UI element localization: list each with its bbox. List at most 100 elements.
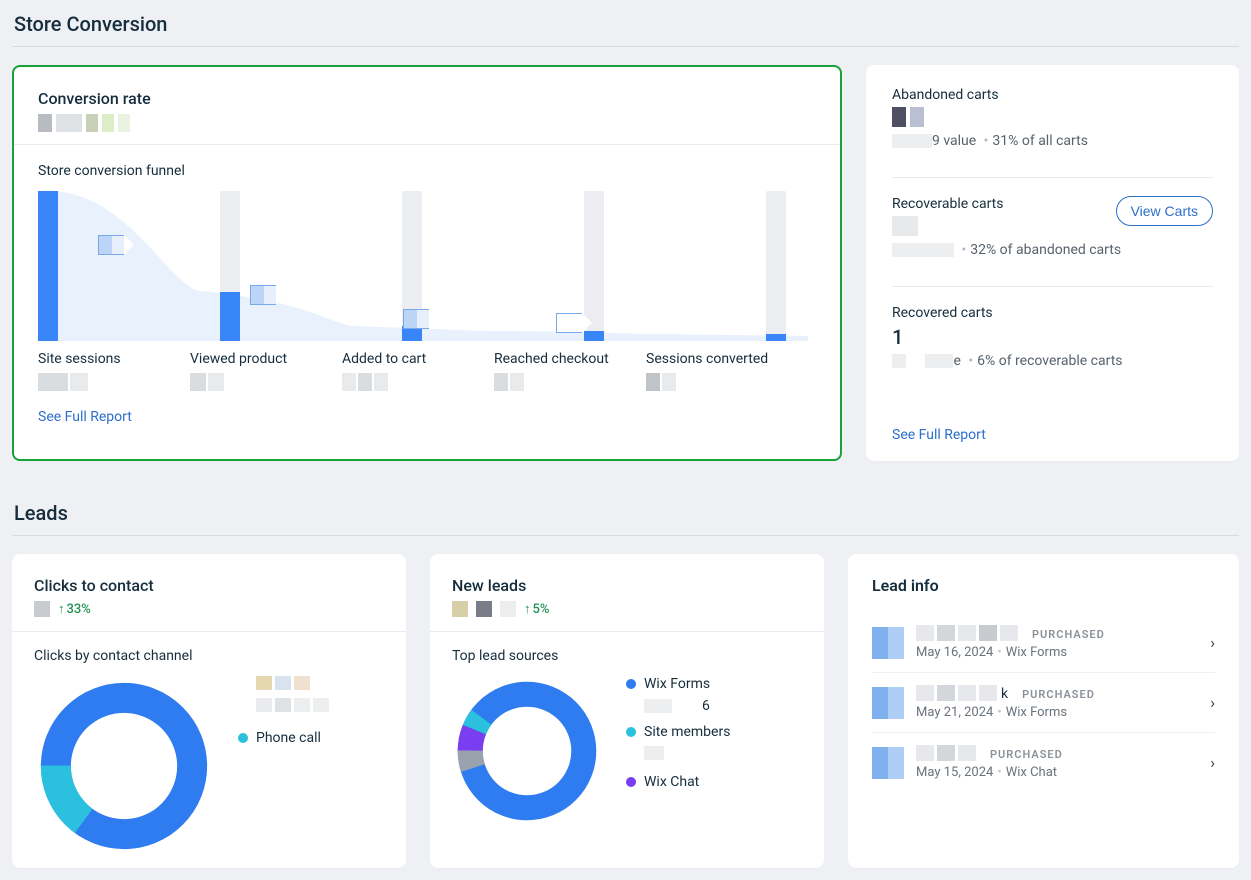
- legend-dot-icon: [238, 733, 248, 743]
- divider: [892, 177, 1213, 178]
- lead-badge: PURCHASED: [1032, 628, 1105, 641]
- funnel-label-added-to-cart: Added to cart: [342, 351, 482, 391]
- recovered-carts-value: 1: [892, 325, 1213, 349]
- newleads-donut-chart: [452, 676, 602, 826]
- legend-dot-icon: [626, 777, 636, 787]
- legend-label: Phone call: [256, 730, 321, 746]
- lead-subtext: May 15, 2024•Wix Chat: [916, 765, 1194, 780]
- recovered-carts-subtext: e •6% of recoverable carts: [892, 353, 1213, 369]
- funnel-value-redacted: [494, 373, 634, 391]
- chevron-right-icon: ›: [1210, 693, 1215, 712]
- new-leads-card: New leads ↑5% Top lead sources: [430, 554, 824, 868]
- arrow-up-icon: ↑: [524, 602, 531, 617]
- conversion-rate-card: Conversion rate Store conversion funnel: [12, 65, 842, 461]
- funnel-label-text: Sessions converted: [646, 351, 786, 367]
- recoverable-carts-value-redacted: [892, 216, 1116, 236]
- abandoned-carts-value-redacted: [892, 107, 1213, 127]
- recovered-carts-title: Recovered carts: [892, 305, 1213, 321]
- legend-label: Site members: [644, 724, 730, 740]
- conversion-rate-value-redacted: [38, 114, 816, 132]
- see-full-report-link[interactable]: See Full Report: [38, 409, 132, 425]
- legend-dot-icon: [626, 679, 636, 689]
- legend-item-members: Site members: [626, 724, 730, 740]
- clicks-donut-chart: [34, 676, 214, 856]
- funnel-title: Store conversion funnel: [38, 163, 816, 179]
- arrow-up-icon: ↑: [58, 602, 65, 617]
- legend-value: 6: [702, 698, 710, 714]
- abandoned-carts-title: Abandoned carts: [892, 87, 1213, 103]
- funnel-label-reached-checkout: Reached checkout: [494, 351, 634, 391]
- legend-item-forms: Wix Forms: [626, 676, 730, 692]
- lead-name-redacted: [916, 625, 1018, 641]
- legend-value-redacted: [256, 676, 329, 690]
- chevron-right-icon: ›: [1210, 633, 1215, 652]
- view-carts-button[interactable]: View Carts: [1116, 196, 1213, 226]
- lead-badge: PURCHASED: [1022, 688, 1095, 701]
- legend-label: Wix Forms: [644, 676, 710, 692]
- legend-dot-icon: [626, 727, 636, 737]
- newleads-subheader: Top lead sources: [452, 648, 802, 664]
- abandoned-carts-subtext: 9 value •31% of all carts: [892, 133, 1213, 149]
- section-store-conversion: Store Conversion: [12, 0, 1239, 47]
- funnel-label-viewed-product: Viewed product: [190, 351, 330, 391]
- funnel-value-redacted: [38, 373, 178, 391]
- clicks-legend: Phone call: [238, 676, 329, 752]
- legend-value-redacted: [256, 698, 329, 712]
- clicks-subheader: Clicks by contact channel: [34, 648, 384, 664]
- lead-badge: PURCHASED: [990, 748, 1063, 761]
- newleads-chip-2: [476, 601, 492, 617]
- funnel-label-text: Site sessions: [38, 351, 178, 367]
- funnel-bar-viewed-product: [220, 191, 240, 341]
- funnel-bar-sessions-converted: [766, 191, 786, 341]
- funnel-label-text: Viewed product: [190, 351, 330, 367]
- conversion-rate-title: Conversion rate: [38, 89, 816, 108]
- see-full-report-link[interactable]: See Full Report: [892, 427, 986, 443]
- divider: [12, 631, 406, 632]
- funnel-label-text: Added to cart: [342, 351, 482, 367]
- lead-name-redacted: [916, 745, 976, 761]
- lead-row[interactable]: k PURCHASED May 21, 2024•Wix Forms ›: [872, 673, 1215, 733]
- legend-label: Wix Chat: [644, 774, 699, 790]
- lead-subtext: May 16, 2024•Wix Forms: [916, 645, 1194, 660]
- recoverable-carts-subtext: •32% of abandoned carts: [892, 242, 1213, 258]
- newleads-legend: Wix Forms 6 Site members: [626, 676, 730, 796]
- lead-avatar: [872, 627, 904, 659]
- funnel-value-redacted: [190, 373, 330, 391]
- legend-item-chat: Wix Chat: [626, 774, 730, 790]
- newleads-pct-change: ↑5%: [524, 601, 549, 617]
- funnel-bar-site-sessions: [38, 191, 58, 341]
- divider: [430, 631, 824, 632]
- lead-row[interactable]: PURCHASED May 15, 2024•Wix Chat ›: [872, 733, 1215, 792]
- abandoned-carts-card: Abandoned carts 9 value •31% of all cart…: [866, 65, 1239, 461]
- clicks-to-contact-title: Clicks to contact: [34, 576, 384, 595]
- funnel-chart: [38, 191, 816, 341]
- funnel-tag-2: [250, 285, 286, 305]
- legend-forms-value-row: 6: [644, 698, 730, 714]
- lead-info-title: Lead info: [872, 576, 1215, 595]
- newleads-chip-3: [500, 601, 516, 617]
- legend-members-value-redacted: [644, 746, 730, 764]
- funnel-value-redacted: [342, 373, 482, 391]
- lead-name-suffix: k: [1001, 686, 1008, 702]
- funnel-label-site-sessions: Site sessions: [38, 351, 178, 391]
- lead-subtext: May 21, 2024•Wix Forms: [916, 705, 1194, 720]
- funnel-labels: Site sessions Viewed product Added to ca…: [38, 351, 816, 391]
- legend-item-phone: Phone call: [238, 730, 329, 746]
- new-leads-title: New leads: [452, 576, 802, 595]
- lead-avatar: [872, 687, 904, 719]
- lead-info-card: Lead info PURCHASED May 16, 2024•Wix For…: [848, 554, 1239, 868]
- funnel-tag-4: [556, 313, 592, 333]
- newleads-chip-1: [452, 601, 468, 617]
- clicks-pct-change: ↑33%: [58, 601, 91, 617]
- clicks-to-contact-card: Clicks to contact ↑33% Clicks by contact…: [12, 554, 406, 868]
- funnel-tag-1: [98, 235, 134, 255]
- chevron-right-icon: ›: [1210, 753, 1215, 772]
- clicks-value-redacted: [34, 601, 50, 617]
- lead-avatar: [872, 747, 904, 779]
- lead-name-redacted: [916, 685, 997, 701]
- section-leads: Leads: [12, 489, 1239, 536]
- divider: [892, 286, 1213, 287]
- divider: [14, 144, 840, 145]
- funnel-label-text: Reached checkout: [494, 351, 634, 367]
- lead-row[interactable]: PURCHASED May 16, 2024•Wix Forms ›: [872, 613, 1215, 673]
